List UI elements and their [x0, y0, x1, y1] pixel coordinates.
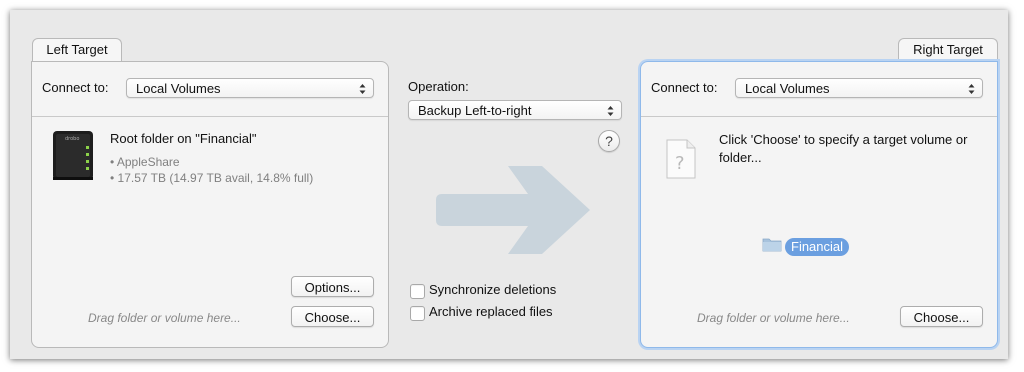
help-button[interactable]: ? [598, 130, 620, 152]
archive-replaced-label: Archive replaced files [429, 304, 553, 319]
sync-deletions-label: Synchronize deletions [429, 282, 557, 297]
direction-arrow-icon [436, 166, 590, 254]
right-connect-popup[interactable]: Local Volumes [735, 78, 983, 98]
left-volume-title: Root folder on "Financial" [110, 131, 257, 146]
options-button[interactable]: Options... [291, 276, 374, 297]
popup-arrows-icon [607, 106, 614, 116]
right-target-tab-label: Right Target [913, 42, 983, 57]
left-target-pane [31, 61, 389, 348]
selected-folder-label[interactable]: Financial [785, 238, 850, 256]
left-volume-detail-2: • 17.57 TB (14.97 TB avail, 14.8% full) [110, 171, 314, 185]
left-connect-popup[interactable]: Local Volumes [126, 78, 374, 98]
operation-label: Operation: [408, 79, 469, 94]
left-drag-hint: Drag folder or volume here... [88, 311, 241, 325]
left-target-tab-label: Left Target [46, 42, 108, 57]
right-choose-button[interactable]: Choose... [900, 306, 983, 327]
left-connect-value: Local Volumes [136, 81, 221, 96]
folder-icon [762, 238, 782, 252]
svg-text:?: ? [675, 153, 685, 174]
tab-right-target[interactable]: Right Target [898, 38, 998, 61]
options-button-label: Options... [304, 280, 361, 295]
drobo-drive-icon: drobo [53, 131, 93, 180]
right-target-pane [640, 61, 998, 348]
help-icon: ? [605, 133, 613, 149]
left-choose-button-label: Choose... [304, 310, 361, 325]
selected-folder-name: Financial [791, 239, 844, 254]
tab-left-target[interactable]: Left Target [32, 38, 122, 61]
left-pane-divider [32, 116, 388, 117]
right-choose-button-label: Choose... [913, 310, 970, 325]
operation-popup[interactable]: Backup Left-to-right [408, 100, 622, 120]
left-choose-button[interactable]: Choose... [291, 306, 374, 327]
sync-deletions-checkbox[interactable] [410, 284, 425, 299]
popup-arrows-icon [968, 84, 975, 94]
right-connect-label: Connect to: [651, 80, 718, 95]
right-pane-divider [641, 116, 997, 117]
right-drag-hint: Drag folder or volume here... [697, 311, 850, 325]
left-volume-detail-1: • AppleShare [110, 155, 180, 169]
left-connect-label: Connect to: [42, 80, 109, 95]
archive-replaced-checkbox[interactable] [410, 306, 425, 321]
svg-text:drobo: drobo [65, 136, 79, 142]
operation-value: Backup Left-to-right [418, 103, 532, 118]
right-connect-value: Local Volumes [745, 81, 830, 96]
unknown-document-icon: ? [666, 139, 696, 179]
right-prompt-text: Click 'Choose' to specify a target volum… [719, 132, 968, 165]
popup-arrows-icon [359, 84, 366, 94]
